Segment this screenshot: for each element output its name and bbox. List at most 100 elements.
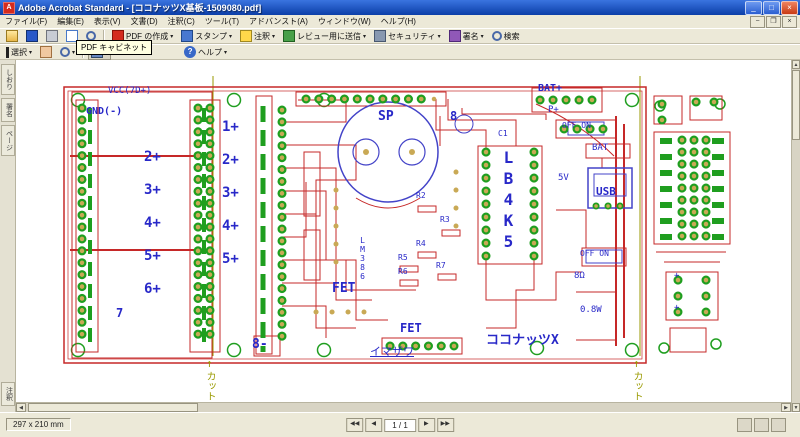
pcb-label-gnd: GND(-) <box>86 107 122 117</box>
minimize-button[interactable]: _ <box>745 1 762 15</box>
open-button[interactable] <box>3 28 21 44</box>
cut-arrow-right: ↑ <box>633 358 640 369</box>
menu-edit[interactable]: 編集(E) <box>52 15 89 28</box>
pcb-label-fet2: FET <box>400 322 422 334</box>
window-controls: _ □ × <box>745 1 800 15</box>
sign-icon <box>449 30 461 42</box>
doc-close-button[interactable]: × <box>782 16 797 28</box>
magnifier-icon <box>60 47 70 57</box>
menu-document[interactable]: 文書(D) <box>126 15 163 28</box>
chevron-down-icon: ▾ <box>224 49 227 56</box>
send-review-icon <box>283 30 295 42</box>
hand-tool-button[interactable] <box>37 44 55 60</box>
pcb-label-r7: R7 <box>436 262 446 270</box>
first-page-button[interactable]: ◀◀ <box>346 418 363 432</box>
scroll-right-arrow[interactable]: ▶ <box>781 403 791 412</box>
ibeam-icon <box>6 47 9 58</box>
horizontal-scroll-thumb[interactable] <box>28 403 198 412</box>
pcb-label-p-plus: P+ <box>548 106 559 115</box>
pcb-label-n2: 2+ <box>144 150 161 164</box>
doc-minimize-button[interactable]: − <box>750 16 765 28</box>
cut-label-right: カット <box>631 371 641 401</box>
send-review-label: レビュー用に送信 <box>297 31 361 42</box>
pcb-label-n6: 6+ <box>144 282 161 296</box>
pcb-label-n5: 5+ <box>144 249 161 263</box>
tooltip: PDF キャビネット <box>76 40 152 55</box>
pcb-label-offon1: OFF ON <box>562 122 591 130</box>
pcb-label-offon2: OFF ON <box>580 250 609 258</box>
pcb-label-n7: 7 <box>116 307 123 319</box>
stamp-button[interactable]: スタンプ ▾ <box>178 28 235 44</box>
stamp-label: スタンプ <box>195 31 227 42</box>
search-text-button[interactable]: 検索 <box>489 29 523 44</box>
pcb-label-m1: 1+ <box>222 120 239 134</box>
security-button[interactable]: セキュリティ ▾ <box>371 28 444 44</box>
pcb-label-r3: R3 <box>440 216 450 224</box>
document-window-controls: − ❐ × <box>750 16 800 28</box>
menu-comments[interactable]: 注釈(C) <box>163 15 200 28</box>
menu-view[interactable]: 表示(V) <box>89 15 126 28</box>
last-page-button[interactable]: ▶▶ <box>437 418 454 432</box>
scroll-up-arrow[interactable]: ▲ <box>792 60 800 69</box>
pcb-label-8: 8 <box>450 110 457 122</box>
sign-button[interactable]: 署名 ▾ <box>446 28 487 44</box>
pcb-traces <box>70 99 726 346</box>
select-tool-button[interactable]: 選択 ▾ <box>3 45 35 60</box>
menu-file[interactable]: ファイル(F) <box>0 15 52 28</box>
zoom-tool-button[interactable]: ▾ <box>57 45 78 59</box>
pcb-pads <box>82 99 714 348</box>
facing-view-button[interactable] <box>771 418 786 432</box>
cut-label-left: カット <box>204 371 214 401</box>
window-title: Adobe Acrobat Standard - [ココナッツX基板-15090… <box>18 1 261 14</box>
pcb-label-r4: R4 <box>416 240 426 248</box>
help-button[interactable]: ? ヘルプ ▾ <box>181 44 230 60</box>
vertical-scroll-thumb[interactable] <box>792 70 800 140</box>
pcb-label-m3: 3+ <box>222 186 239 200</box>
pcb-label-r5: R5 <box>398 254 408 262</box>
acrobat-app-icon: A <box>3 2 15 14</box>
pcb-label-sp: SP <box>378 110 394 123</box>
title-bar: A Adobe Acrobat Standard - [ココナッツX基板-150… <box>0 0 800 15</box>
hand-icon <box>40 46 52 58</box>
maximize-button[interactable]: □ <box>763 1 780 15</box>
next-page-button[interactable]: ▶ <box>418 418 435 432</box>
tab-bookmarks[interactable]: しおり <box>1 64 15 95</box>
send-review-button[interactable]: レビュー用に送信 ▾ <box>280 28 369 44</box>
menu-window[interactable]: ウィンドウ(W) <box>313 15 376 28</box>
menu-help[interactable]: ヘルプ(H) <box>376 15 421 28</box>
pcb-label-imazawa: イマザワ <box>370 346 414 357</box>
pcb-cut-lines <box>213 76 640 356</box>
page-navigation: ◀◀ ◀ 1 / 1 ▶ ▶▶ <box>346 418 454 432</box>
menu-advanced[interactable]: アドバンスト(A) <box>244 15 313 28</box>
search-icon <box>492 31 502 41</box>
continuous-view-button[interactable] <box>754 418 769 432</box>
menu-tools[interactable]: ツール(T) <box>200 15 244 28</box>
previous-page-button[interactable]: ◀ <box>365 418 382 432</box>
chevron-down-icon: ▾ <box>72 49 75 56</box>
pcb-label-coconuts: ココナッツX <box>486 334 559 347</box>
single-page-view-button[interactable] <box>737 418 752 432</box>
chevron-down-icon: ▾ <box>29 49 32 56</box>
chevron-down-icon: ▾ <box>229 33 232 40</box>
sign-label: 署名 <box>463 31 479 42</box>
scroll-down-arrow[interactable]: ▼ <box>792 403 800 412</box>
close-button[interactable]: × <box>781 1 798 15</box>
scroll-left-arrow[interactable]: ◀ <box>16 403 26 412</box>
save-button[interactable] <box>23 28 41 44</box>
pcb-label-bat: BAT <box>592 144 608 153</box>
pcb-label-watt: 0.8W <box>580 306 602 315</box>
comment-icon <box>240 30 252 42</box>
comment-button[interactable]: 注釈 ▾ <box>237 28 278 44</box>
pcb-label-plus1: + <box>674 272 679 281</box>
tab-comments[interactable]: 注釈 <box>1 382 15 406</box>
tab-signatures[interactable]: 署名 <box>1 98 15 122</box>
navigation-sidebar: しおり 署名 ページ 注釈 <box>0 60 16 412</box>
doc-restore-button[interactable]: ❐ <box>766 16 781 28</box>
select-tool-label: 選択 <box>11 47 27 58</box>
tab-pages[interactable]: ページ <box>1 125 15 156</box>
vertical-scrollbar[interactable]: ▲ ▼ <box>791 60 800 412</box>
pcb-label-usb: USB <box>596 186 616 197</box>
pcb-label-vcc: VCC(7D+) <box>108 87 151 96</box>
print-button[interactable] <box>43 28 61 44</box>
pcb-label-r2: R2 <box>416 192 426 200</box>
